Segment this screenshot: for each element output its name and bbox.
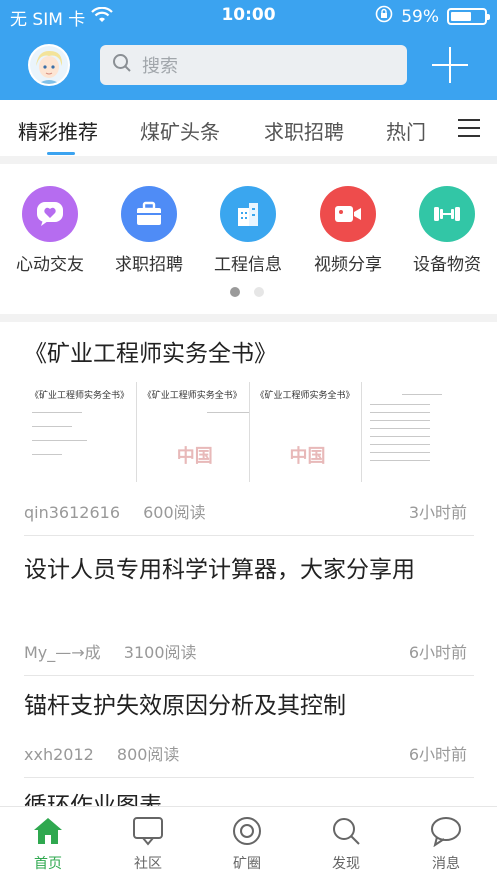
nav-label: 矿圈 <box>233 856 261 872</box>
community-icon <box>133 817 163 846</box>
thumb-caption: 《矿业工程师实务全书》 <box>30 391 130 401</box>
battery-percent: 59% <box>401 6 439 27</box>
search-icon <box>112 53 132 77</box>
status-right: 59% <box>375 5 490 28</box>
article-image-strip[interactable]: 《矿业工程师实务全书》 《矿业工程师实务全书》 中国 《矿业工程师实务全书》 中… <box>24 382 474 482</box>
article-item[interactable]: 循环作业图表 <box>24 788 474 806</box>
shortcut-jobs[interactable]: 求职招聘 <box>99 186 199 275</box>
article-meta: qin3612616 600阅读 3小时前 <box>24 499 474 523</box>
article-meta: My_—→成 3100阅读 6小时前 <box>24 639 474 663</box>
briefcase-icon <box>121 186 177 242</box>
carousel-dots <box>230 287 264 297</box>
search-placeholder: 搜索 <box>142 56 178 77</box>
tabs-menu-icon[interactable] <box>458 119 480 137</box>
shortcut-engineering[interactable]: 工程信息 <box>198 186 298 275</box>
shortcut-label: 心动交友 <box>16 255 84 275</box>
battery-icon <box>447 8 490 25</box>
divider <box>24 777 474 778</box>
thumb-caption: 《矿业工程师实务全书》 <box>255 391 355 401</box>
tab-coal-news[interactable]: 煤矿头条 <box>140 116 220 145</box>
document-thumbnail: 《矿业工程师实务全书》 <box>24 382 137 482</box>
shortcut-label: 工程信息 <box>214 255 282 275</box>
watermark-stamp: 中国 <box>176 446 213 467</box>
article-title: 设计人员专用科学计算器，大家分享用 <box>24 557 415 583</box>
nav-label: 社区 <box>134 856 162 872</box>
building-icon <box>220 186 276 242</box>
add-plus-icon[interactable] <box>432 47 468 83</box>
tab-recommended[interactable]: 精彩推荐 <box>18 116 98 145</box>
article-item[interactable]: 锚杆支护失效原因分析及其控制 <box>24 688 474 724</box>
shortcut-label: 视频分享 <box>314 255 382 275</box>
article-title: 锚杆支护失效原因分析及其控制 <box>24 693 346 719</box>
document-thumbnail: 《矿业工程师实务全书》 中国 <box>249 382 363 482</box>
status-bar: 无 SIM 卡 10:00 59% <box>0 0 497 32</box>
shortcut-label: 求职招聘 <box>115 255 183 275</box>
nav-community[interactable]: 社区 <box>108 815 188 873</box>
heart-chat-icon <box>22 186 78 242</box>
active-tab-indicator <box>47 152 75 155</box>
thumb-caption: 《矿业工程师实务全书》 <box>142 391 242 401</box>
article-feed: 《矿业工程师实务全书》 《矿业工程师实务全书》 《矿业工程师实务全书》 中国 《… <box>0 322 497 806</box>
shortcut-video[interactable]: 视频分享 <box>298 186 398 275</box>
tab-jobs[interactable]: 求职招聘 <box>264 116 344 145</box>
article-item[interactable]: 设计人员专用科学计算器，大家分享用 <box>24 550 474 590</box>
rotation-lock-icon <box>375 5 393 28</box>
home-icon <box>34 818 62 844</box>
nav-circle[interactable]: 矿圈 <box>207 815 287 873</box>
user-avatar[interactable] <box>28 44 70 86</box>
dumbbell-icon <box>419 186 475 242</box>
document-thumbnail-contents <box>362 382 474 482</box>
divider <box>24 675 474 676</box>
nav-label: 消息 <box>432 856 460 872</box>
nav-discover[interactable]: 发现 <box>306 815 386 873</box>
nav-label: 首页 <box>34 856 62 872</box>
shortcut-dating[interactable]: 心动交友 <box>0 186 100 275</box>
header-bar: 无 SIM 卡 10:00 59% 搜索 <box>0 0 497 100</box>
category-tabs: 精彩推荐 煤矿头条 求职招聘 热门 <box>0 100 497 156</box>
watermark-stamp: 中国 <box>289 446 326 467</box>
article-meta: xxh2012 800阅读 6小时前 <box>24 741 474 765</box>
nav-home[interactable]: 首页 <box>8 815 88 873</box>
article-title: 《矿业工程师实务全书》 <box>24 341 277 367</box>
article-time: 6小时前 <box>408 643 467 662</box>
article-time: 6小时前 <box>408 745 467 764</box>
carousel-dot[interactable] <box>254 287 264 297</box>
search-input[interactable]: 搜索 <box>100 45 407 85</box>
shortcut-label: 设备物资 <box>413 255 481 275</box>
discover-search-icon <box>333 818 360 845</box>
message-bubble-icon <box>431 817 461 848</box>
divider <box>24 535 474 536</box>
video-camera-icon <box>320 186 376 242</box>
article-time: 3小时前 <box>408 503 467 522</box>
tab-hot[interactable]: 热门 <box>386 116 432 145</box>
article-title: 循环作业图表 <box>24 793 162 806</box>
article-item[interactable]: 《矿业工程师实务全书》 <box>24 336 474 372</box>
circle-icon <box>233 817 261 845</box>
bottom-nav: 首页 社区 矿圈 发现 消息 <box>0 806 497 883</box>
nav-label: 发现 <box>332 856 360 872</box>
document-thumbnail: 《矿业工程师实务全书》 中国 <box>136 382 250 482</box>
nav-messages[interactable]: 消息 <box>406 815 486 873</box>
shortcut-panel: 心动交友 求职招聘 工程信息 视频分享 设备物资 <box>0 164 497 314</box>
carousel-dot-active[interactable] <box>230 287 240 297</box>
shortcut-equipment[interactable]: 设备物资 <box>397 186 497 275</box>
